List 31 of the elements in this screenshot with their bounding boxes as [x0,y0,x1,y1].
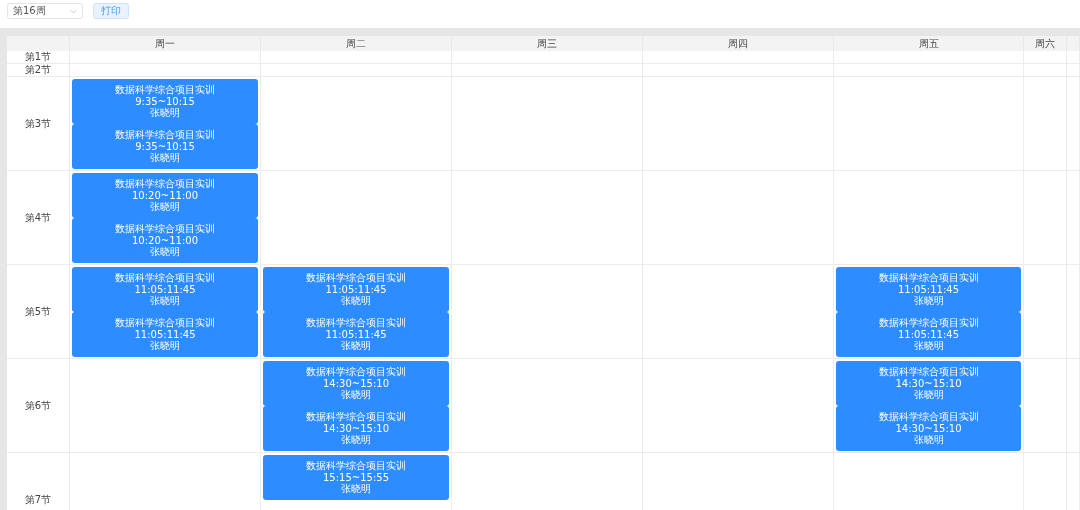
column-header: 周四 [643,36,834,51]
column-header: 周二 [261,36,452,51]
course-block[interactable]: 数据科学综合项目实训 14:30~15:10 张晓明 [836,361,1021,406]
print-button[interactable]: 打印 [93,3,129,19]
course-block[interactable]: 数据科学综合项目实训 14:30~15:10 张晓明 [263,406,449,451]
column-header: 周五 [834,36,1024,51]
period-label: 第7节 [7,453,70,510]
course-block[interactable]: 数据科学综合项目实训 14:30~15:10 张晓明 [263,361,449,406]
course-block[interactable]: 数据科学综合项目实训 11:05:11:45 张晓明 [836,312,1021,357]
column-header: 周一 [70,36,261,51]
period-label: 第2节 [7,64,70,77]
period-label: 第3节 [7,77,70,171]
course-block[interactable]: 数据科学综合项目实训 15:15~15:55 张晓明 [263,455,449,500]
period-label: 第1节 [7,51,70,64]
period-label: 第5节 [7,265,70,359]
course-block[interactable]: 数据科学综合项目实训 11:05:11:45 张晓明 [72,267,258,312]
course-block[interactable]: 数据科学综合项目实训 14:30~15:10 张晓明 [836,406,1021,451]
period-label: 第4节 [7,171,70,265]
period-label: 第6节 [7,359,70,453]
course-block[interactable]: 数据科学综合项目实训 9:35~10:15 张晓明 [72,79,258,124]
course-block[interactable]: 数据科学综合项目实训 10:20~11:00 张晓明 [72,173,258,218]
course-block[interactable]: 数据科学综合项目实训 11:05:11:45 张晓明 [72,312,258,357]
column-header: 周六 [1024,36,1067,51]
course-block[interactable]: 数据科学综合项目实训 10:20~11:00 张晓明 [72,218,258,263]
week-select[interactable]: 第16周 [7,3,83,19]
chevron-down-icon [70,8,77,14]
column-header: 周三 [452,36,643,51]
course-block[interactable]: 数据科学综合项目实训 11:05:11:45 张晓明 [263,312,449,357]
course-block[interactable]: 数据科学综合项目实训 11:05:11:45 张晓明 [263,267,449,312]
course-block[interactable]: 数据科学综合项目实训 9:35~10:15 张晓明 [72,124,258,169]
course-block[interactable]: 数据科学综合项目实训 11:05:11:45 张晓明 [836,267,1021,312]
